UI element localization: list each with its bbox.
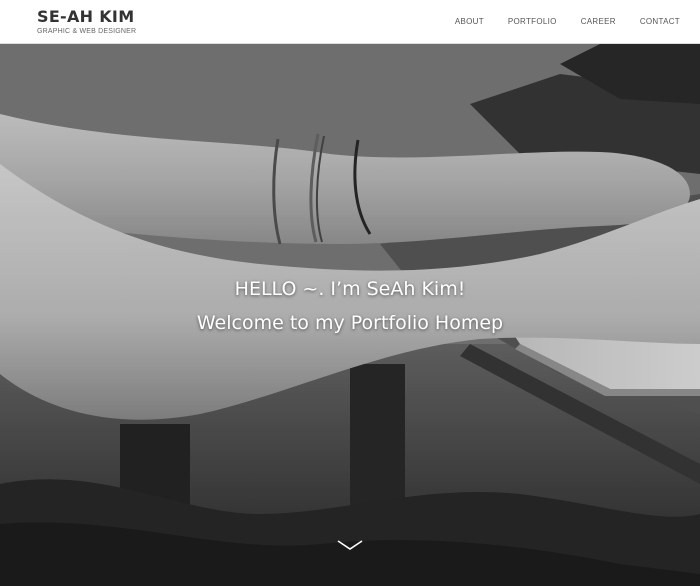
site-header: SE-AH KIM GRAPHIC & WEB DESIGNER ABOUT P… [0,0,700,44]
page: SE-AH KIM GRAPHIC & WEB DESIGNER ABOUT P… [0,0,700,586]
chevron-down-icon[interactable] [336,538,364,552]
main-nav: ABOUT PORTFOLIO CAREER CONTACT [431,0,680,43]
nav-item-about[interactable]: ABOUT [455,17,484,26]
nav-item-contact[interactable]: CONTACT [640,17,680,26]
nav-item-portfolio[interactable]: PORTFOLIO [508,17,557,26]
hero-section: HELLO ~. I’m SeAh Kim! Welcome to my Por… [0,44,700,586]
brand-name: SE-AH KIM [37,7,135,26]
brand-subtitle: GRAPHIC & WEB DESIGNER [37,28,137,35]
hero-greeting: HELLO ~. I’m SeAh Kim! [234,278,466,300]
nav-item-career[interactable]: CAREER [581,17,616,26]
hero-welcome: Welcome to my Portfolio Homep [196,312,504,334]
brand-logo[interactable]: SE-AH KIM GRAPHIC & WEB DESIGNER [37,8,136,36]
